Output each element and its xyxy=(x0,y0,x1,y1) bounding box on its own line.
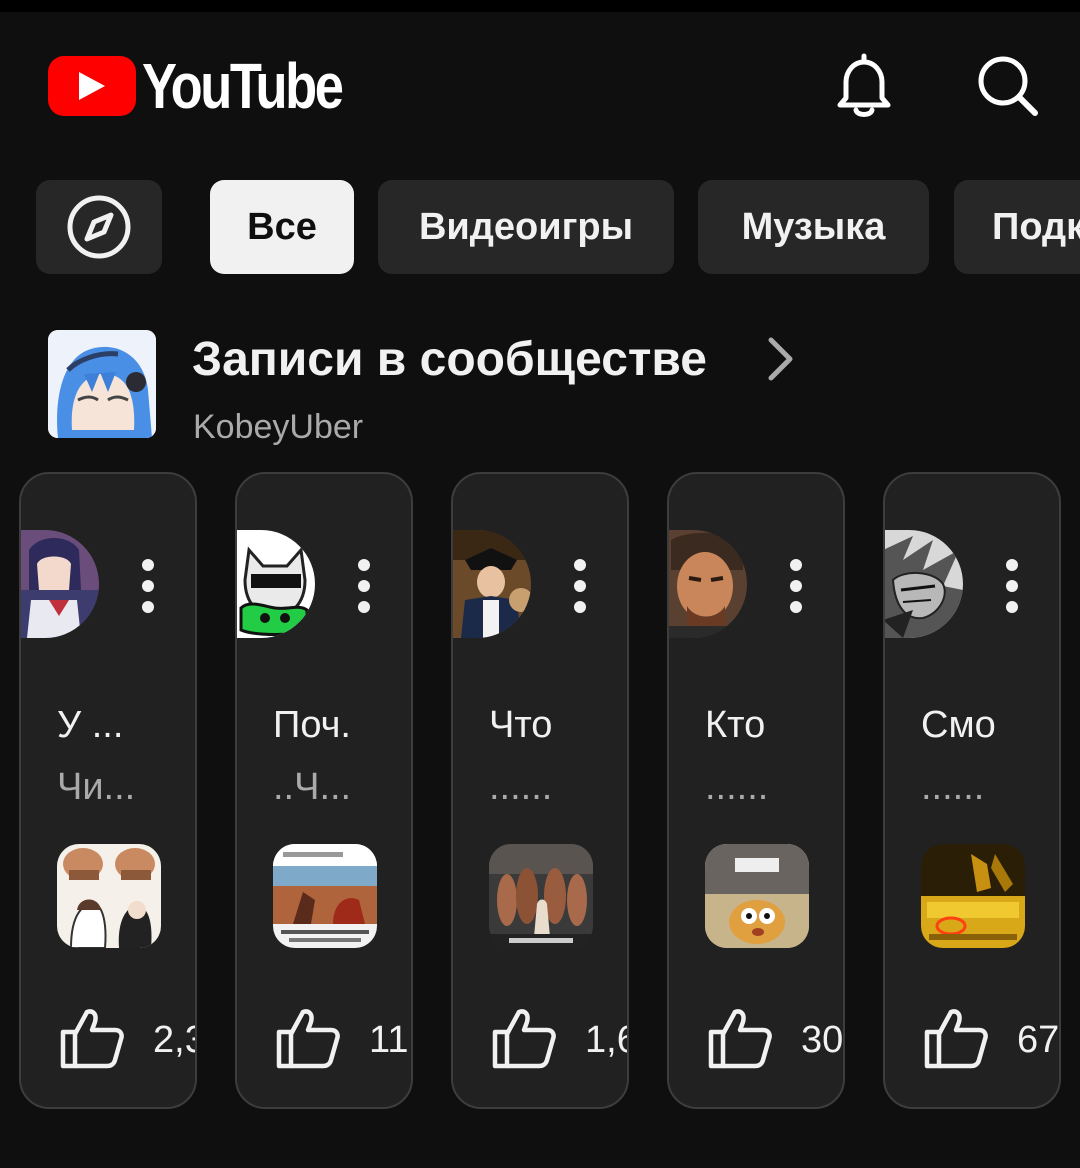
post-snippet: Чи... xyxy=(57,766,136,808)
channel-name[interactable]: KobeyUber xyxy=(193,408,363,447)
explore-button[interactable] xyxy=(36,180,162,274)
post-snippet: ...... xyxy=(489,766,553,808)
post-image-thumbnail[interactable] xyxy=(705,844,809,948)
post-image-thumbnail[interactable] xyxy=(57,844,161,948)
like-count: 30 xyxy=(801,1019,844,1061)
post-image-thumbnail[interactable] xyxy=(921,844,1025,948)
channel-avatar[interactable] xyxy=(48,330,156,438)
like-count: 67 xyxy=(1017,1019,1060,1061)
bell-icon xyxy=(837,53,891,117)
notifications-button[interactable] xyxy=(828,50,900,122)
category-chips-bar: Все Видеоигры Музыка Подк xyxy=(36,180,1080,276)
youtube-wordmark: YouTube xyxy=(142,50,344,122)
post-card[interactable]: Смо ...... 67 xyxy=(883,472,1061,1109)
more-options-icon[interactable] xyxy=(1001,558,1023,614)
post-title: Поч. xyxy=(273,704,351,746)
like-count: 2,3 xyxy=(153,1019,195,1061)
more-options-icon[interactable] xyxy=(785,558,807,614)
search-icon xyxy=(978,56,1038,116)
post-title: Что xyxy=(489,704,553,746)
thumbs-up-icon[interactable] xyxy=(491,1004,557,1070)
post-snippet: ...... xyxy=(921,766,985,808)
post-author-avatar[interactable] xyxy=(237,530,315,638)
thumbs-up-icon[interactable] xyxy=(275,1004,341,1070)
like-count: 11 xyxy=(369,1019,409,1061)
post-card[interactable]: Кто ...... 30 xyxy=(667,472,845,1109)
youtube-home-screen: YouTube Все Видеоигры Музыка Подк Записи… xyxy=(0,0,1080,1168)
status-bar-strip xyxy=(0,0,1080,12)
post-title: Смо xyxy=(921,704,996,746)
community-posts-carousel: У ... Чи... 2,3 xyxy=(0,472,1080,1112)
chip-videogames[interactable]: Видеоигры xyxy=(378,180,674,274)
chip-podcasts[interactable]: Подк xyxy=(954,180,1080,274)
thumbs-up-icon[interactable] xyxy=(59,1004,125,1070)
chip-music[interactable]: Музыка xyxy=(698,180,929,274)
post-title: Кто xyxy=(705,704,766,746)
chip-all[interactable]: Все xyxy=(210,180,354,274)
youtube-logo[interactable]: YouTube xyxy=(48,54,385,118)
thumbs-up-icon[interactable] xyxy=(923,1004,989,1070)
compass-icon xyxy=(67,195,131,259)
post-author-avatar[interactable] xyxy=(669,530,747,638)
app-header: YouTube xyxy=(0,40,1080,130)
post-author-avatar[interactable] xyxy=(453,530,531,638)
community-posts-title[interactable]: Записи в сообществе xyxy=(192,332,707,387)
post-snippet: ..Ч... xyxy=(273,766,352,808)
post-image-thumbnail[interactable] xyxy=(489,844,593,948)
post-snippet: ...... xyxy=(705,766,769,808)
post-card[interactable]: У ... Чи... 2,3 xyxy=(19,472,197,1109)
post-author-avatar[interactable] xyxy=(21,530,99,638)
chevron-right-icon[interactable] xyxy=(764,336,796,387)
thumbs-up-icon[interactable] xyxy=(707,1004,773,1070)
search-button[interactable] xyxy=(972,50,1044,122)
post-card[interactable]: Что ...... 1,6 xyxy=(451,472,629,1109)
more-options-icon[interactable] xyxy=(353,558,375,614)
post-card[interactable]: Поч. ..Ч... 11 xyxy=(235,472,413,1109)
like-count: 1,6 xyxy=(585,1019,627,1061)
more-options-icon[interactable] xyxy=(137,558,159,614)
more-options-icon[interactable] xyxy=(569,558,591,614)
post-title: У ... xyxy=(57,704,124,746)
post-image-thumbnail[interactable] xyxy=(273,844,377,948)
post-author-avatar[interactable] xyxy=(885,530,963,638)
youtube-play-logo-icon xyxy=(48,56,136,116)
